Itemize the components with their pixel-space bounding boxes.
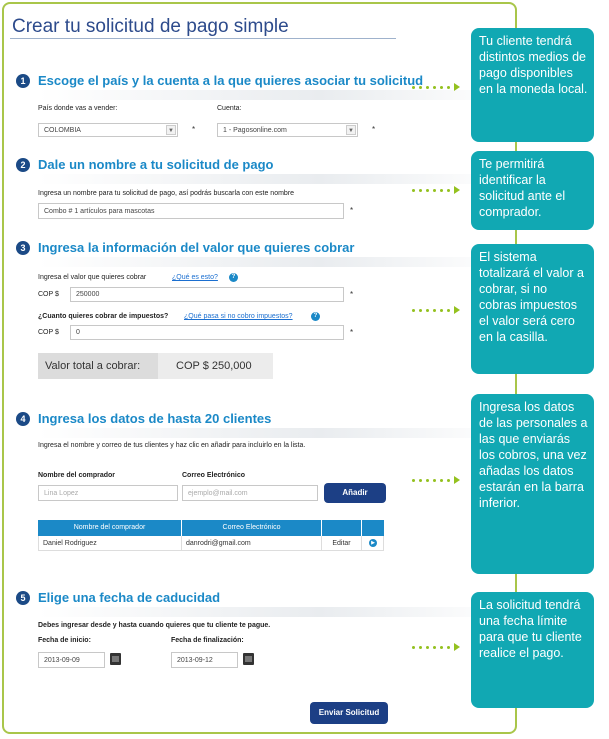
email-label: Correo Electrónico xyxy=(182,472,246,479)
step-3-heading: 3 Ingresa la información del valor que q… xyxy=(16,240,354,255)
country-select-value: COLOMBIA xyxy=(44,127,81,134)
table-header-email: Correo Electrónico xyxy=(182,520,322,536)
end-date-label: Fecha de finalización: xyxy=(171,637,244,644)
dotted-arrow xyxy=(412,643,462,651)
step-4-title: Ingresa los datos de hasta 20 clientes xyxy=(38,411,272,426)
step-4-number: 4 xyxy=(16,411,30,426)
total-value: COP $ 250,000 xyxy=(176,360,252,372)
required-mark: * xyxy=(192,125,196,134)
step-3-number: 3 xyxy=(16,240,30,255)
calendar-icon[interactable] xyxy=(243,653,254,665)
step-4-heading: 4 Ingresa los datos de hasta 20 clientes xyxy=(16,411,271,426)
table-cell-name: Daniel Rodriguez xyxy=(38,536,182,551)
step-1-heading: 1 Escoge el país y la cuenta a la que qu… xyxy=(16,73,423,88)
step-5-number: 5 xyxy=(16,590,30,605)
table-header-go xyxy=(362,520,384,536)
tax-label: ¿Cuanto quieres cobrar de impuestos? xyxy=(38,313,169,320)
title-divider xyxy=(10,38,396,39)
required-mark: * xyxy=(350,206,354,215)
account-select[interactable]: 1 - Pagosonline.com ▼ xyxy=(217,123,358,137)
step-1-title: Escoge el país y la cuenta a la que quie… xyxy=(38,73,424,88)
date-instruction: Debes ingresar desde y hasta cuando quie… xyxy=(38,622,271,629)
total-label: Valor total a cobrar: xyxy=(38,353,158,379)
account-label: Cuenta: xyxy=(217,105,242,112)
table-cell-go: ▶ xyxy=(362,536,384,551)
callout-date: La solicitud tendrá una fecha límite par… xyxy=(471,592,594,708)
total-box: Valor total a cobrar: COP $ 250,000 xyxy=(38,353,273,379)
start-date-input[interactable]: 2013-09-09 xyxy=(38,652,105,668)
add-client-button[interactable]: Añadir xyxy=(324,483,386,503)
value-label: Ingresa el valor que quieres cobrar xyxy=(38,274,147,281)
table-header-action xyxy=(322,520,362,536)
dotted-arrow xyxy=(412,186,462,194)
value-currency: COP $ xyxy=(38,291,59,298)
step-2-title: Dale un nombre a tu solicitud de pago xyxy=(38,157,274,172)
account-select-value: 1 - Pagosonline.com xyxy=(223,127,287,134)
callout-name: Te permitirá identificar la solicitud an… xyxy=(471,151,594,230)
dotted-arrow xyxy=(412,83,462,91)
table-header-name: Nombre del comprador xyxy=(38,520,182,536)
step-5-heading: 5 Elige una fecha de caducidad xyxy=(16,590,220,605)
name-instruction: Ingresa un nombre para tu solicitud de p… xyxy=(38,190,295,197)
help-icon[interactable]: ? xyxy=(311,312,320,321)
step-2-number: 2 xyxy=(16,157,30,172)
step-1-divider xyxy=(38,90,508,100)
buyer-name-label: Nombre del comprador xyxy=(38,472,116,479)
chevron-down-icon[interactable]: ▼ xyxy=(166,125,176,135)
submit-request-button[interactable]: Enviar Solicitud xyxy=(310,702,388,724)
value-help-link[interactable]: ¿Qué es esto? xyxy=(172,274,218,281)
email-input[interactable]: ejemplo@mail.com xyxy=(182,485,318,501)
chevron-down-icon[interactable]: ▼ xyxy=(346,125,356,135)
step-2-heading: 2 Dale un nombre a tu solicitud de pago xyxy=(16,157,273,172)
callout-country: Tu cliente tendrá distintos medios de pa… xyxy=(471,28,594,142)
step-2-divider xyxy=(38,174,508,184)
start-date-label: Fecha de inicio: xyxy=(38,637,91,644)
callout-clients: Ingresa los datos de las personales a la… xyxy=(471,394,594,574)
buyer-name-input[interactable]: Lina Lopez xyxy=(38,485,178,501)
step-1-number: 1 xyxy=(16,73,30,88)
required-mark: * xyxy=(350,328,354,337)
request-name-input[interactable]: Combo # 1 artículos para mascotas xyxy=(38,203,344,219)
tax-input[interactable]: 0 xyxy=(70,325,344,340)
help-icon[interactable]: ? xyxy=(229,273,238,282)
step-4-divider xyxy=(38,428,508,438)
end-date-input[interactable]: 2013-09-12 xyxy=(171,652,238,668)
dotted-arrow xyxy=(412,476,462,484)
calendar-icon[interactable] xyxy=(110,653,121,665)
country-label: País donde vas a vender: xyxy=(38,105,118,112)
clients-instruction: Ingresa el nombre y correo de tus client… xyxy=(38,442,306,449)
page-title: Crear tu solicitud de pago simple xyxy=(12,16,289,37)
arrow-right-icon[interactable]: ▶ xyxy=(369,539,377,547)
required-mark: * xyxy=(350,290,354,299)
country-select[interactable]: COLOMBIA ▼ xyxy=(38,123,178,137)
tax-currency: COP $ xyxy=(38,329,59,336)
required-mark: * xyxy=(372,125,376,134)
step-5-divider xyxy=(38,607,508,617)
step-3-divider xyxy=(38,257,508,267)
edit-link[interactable]: Editar xyxy=(322,536,362,551)
tax-help-link[interactable]: ¿Qué pasa si no cobro impuestos? xyxy=(184,313,293,320)
callout-value: El sistema totalizará el valor a cobrar,… xyxy=(471,244,594,374)
table-cell-email: danrodri@gmail.com xyxy=(182,536,322,551)
step-3-title: Ingresa la información del valor que qui… xyxy=(38,240,355,255)
dotted-arrow xyxy=(412,306,462,314)
form-card: Crear tu solicitud de pago simple 1 Esco… xyxy=(2,2,517,734)
value-input[interactable]: 250000 xyxy=(70,287,344,302)
step-5-title: Elige una fecha de caducidad xyxy=(38,590,221,605)
